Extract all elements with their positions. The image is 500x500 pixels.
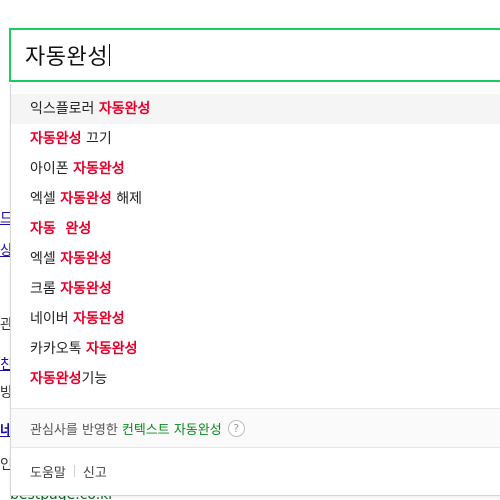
suggestion-item[interactable]: 카카오톡 자동완성 bbox=[11, 334, 500, 364]
search-query-text: 자동완성 bbox=[25, 45, 108, 70]
suggestion-highlight: 자동완성 bbox=[60, 251, 112, 267]
suggestion-item[interactable]: 익스플로러 자동완성 bbox=[11, 94, 500, 124]
suggestion-highlight: 자동완성 bbox=[60, 191, 112, 207]
suggestion-highlight: 자동완성 bbox=[30, 371, 82, 387]
suggestion-highlight: 자동완성 bbox=[30, 131, 82, 147]
suggestion-highlight: 자동완성 bbox=[73, 311, 125, 327]
suggestion-item[interactable]: 크롬 자동완성 bbox=[11, 274, 500, 304]
suggestion-text: 끄기 bbox=[81, 131, 112, 147]
suggestion-item[interactable]: 네이버 자동완성 bbox=[11, 304, 500, 334]
suggestion-text: 기능 bbox=[81, 371, 108, 387]
autocomplete-dropdown: 익스플로러 자동완성 자동완성 끄기 아이폰 자동완성 엑셀 자동완성 해제 자동 완성… bbox=[10, 84, 500, 496]
help-link[interactable]: 도움말 bbox=[30, 462, 66, 481]
context-prefix-text: 관심사를 반영한 bbox=[30, 422, 118, 438]
text-caret bbox=[108, 44, 111, 66]
footer-divider bbox=[73, 465, 75, 477]
search-input[interactable]: 자동완성 bbox=[9, 28, 500, 82]
suggestion-text: 카카오톡 bbox=[30, 341, 86, 357]
suggestion-text: 해제 bbox=[111, 191, 142, 207]
suggestion-text: 익스플로러 bbox=[30, 101, 99, 117]
suggestion-item[interactable]: 엑셀 자동완성 bbox=[11, 244, 500, 274]
help-icon[interactable]: ? bbox=[227, 419, 245, 437]
suggestion-text: 엑셀 bbox=[30, 191, 61, 207]
suggestion-item[interactable]: 자동완성기능 bbox=[11, 364, 500, 394]
suggestion-highlight: 자동완성 bbox=[73, 161, 125, 177]
suggestion-highlight: 자동완성 bbox=[98, 101, 151, 117]
suggestion-item[interactable]: 엑셀 자동완성 해제 bbox=[11, 184, 500, 214]
suggestion-text: 아이폰 bbox=[30, 161, 74, 177]
dropdown-footer: 도움말 신고 bbox=[11, 456, 500, 486]
suggestion-text: 크롬 bbox=[30, 281, 61, 297]
suggestion-text: 엑셀 bbox=[30, 251, 61, 267]
suggestion-list: 익스플로러 자동완성 자동완성 끄기 아이폰 자동완성 엑셀 자동완성 해제 자동 완성… bbox=[11, 94, 500, 394]
context-autocomplete-row: 관심사를 반영한 컨텍스트 자동완성 ? bbox=[11, 408, 500, 448]
browser-page: 드 상 관 친 방 네 인 bestpage.co.kr 자동완성 익스플로러 … bbox=[0, 0, 500, 500]
suggestion-item[interactable]: 자동완성 끄기 bbox=[11, 124, 500, 154]
suggestion-item[interactable]: 아이폰 자동완성 bbox=[11, 154, 500, 184]
suggestion-highlight: 자동완성 bbox=[85, 341, 138, 357]
suggestion-item[interactable]: 자동 완성 bbox=[11, 214, 500, 244]
suggestion-highlight: 자동 완성 bbox=[30, 221, 92, 237]
suggestion-highlight: 자동완성 bbox=[60, 281, 112, 297]
context-autocomplete-link[interactable]: 컨텍스트 자동완성 bbox=[122, 419, 222, 438]
report-link[interactable]: 신고 bbox=[83, 462, 107, 481]
suggestion-text: 네이버 bbox=[30, 311, 74, 327]
